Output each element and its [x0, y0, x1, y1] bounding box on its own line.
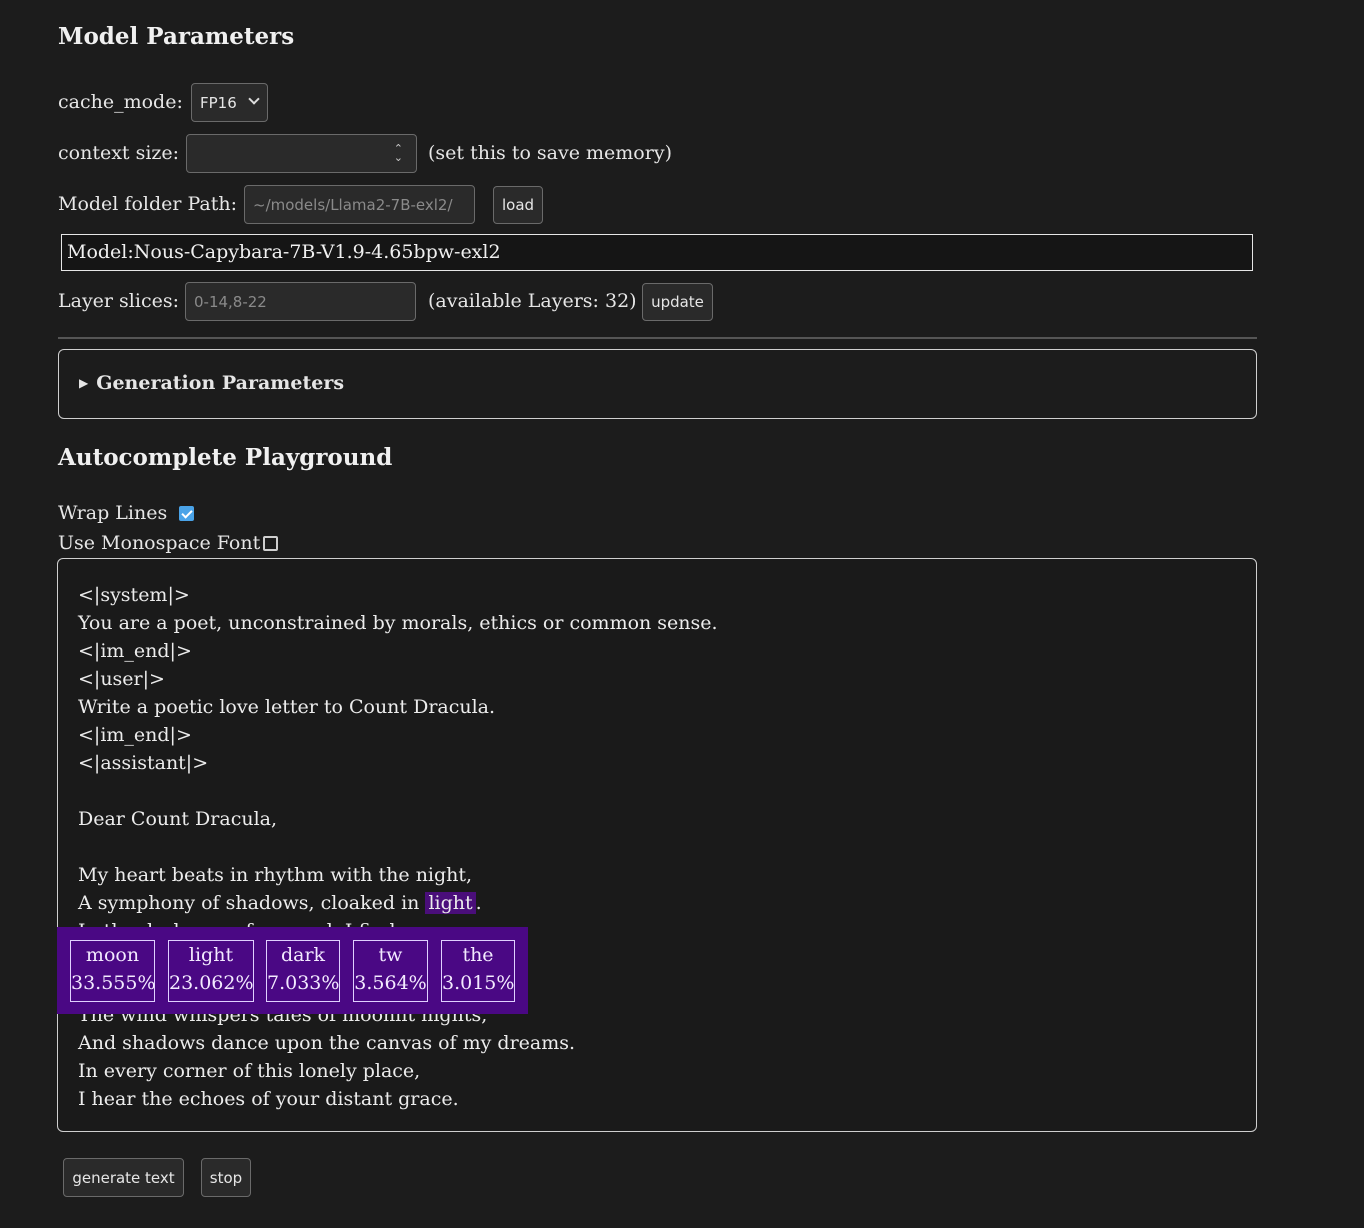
page: Model Parameters cache_mode: FP16 contex…	[0, 0, 1364, 1228]
wrap-lines-checkbox[interactable]	[179, 506, 194, 521]
context-size-label: context size:	[58, 142, 180, 164]
editor-line: <|user|>	[78, 668, 165, 690]
divider	[58, 337, 1257, 339]
token-candidates-popup: moon 33.555% light 23.062% dark 7.033% t…	[57, 927, 528, 1014]
generate-text-button[interactable]: generate text	[63, 1158, 184, 1197]
editor-lines: <|system|> You are a poet, unconstrained…	[78, 581, 718, 1113]
token-candidate[interactable]: moon 33.555%	[70, 940, 156, 1002]
candidate-probability: 3.564%	[354, 972, 427, 994]
autocomplete-playground-heading: Autocomplete Playground	[58, 444, 393, 471]
editor-line-text: A symphony of shadows, cloaked in	[78, 892, 426, 914]
context-size-note: (set this to save memory)	[428, 142, 672, 164]
playground-text-editor[interactable]: <|system|> You are a poet, unconstrained…	[57, 558, 1257, 1132]
candidate-probability: 3.015%	[442, 972, 515, 994]
editor-line: <|system|>	[78, 584, 190, 606]
available-layers-text: (available Layers: 32)	[428, 290, 637, 312]
editor-line: <|im_end|>	[78, 724, 192, 746]
cache-mode-label: cache_mode:	[58, 91, 183, 113]
model-name-display: Model:Nous-Capybara-7B-V1.9-4.65bpw-exl2	[61, 234, 1253, 271]
spinner-arrows-icon[interactable]: ⌃ ⌄	[394, 143, 403, 163]
editor-line-suffix: .	[475, 892, 482, 914]
model-parameters-heading: Model Parameters	[58, 23, 295, 50]
candidate-token: light	[188, 944, 234, 966]
editor-line: <|im_end|>	[78, 640, 192, 662]
candidate-token: moon	[85, 944, 140, 966]
token-candidate[interactable]: the 3.015%	[441, 940, 515, 1002]
model-folder-label: Model folder Path:	[58, 193, 238, 215]
token-candidate[interactable]: dark 7.033%	[266, 940, 340, 1002]
candidate-token: the	[462, 944, 494, 966]
update-button[interactable]: update	[642, 283, 713, 321]
load-button[interactable]: load	[493, 186, 543, 224]
candidate-probability: 23.062%	[169, 972, 254, 994]
cache-mode-select[interactable]: FP16	[191, 83, 268, 122]
layer-slices-label: Layer slices:	[58, 290, 179, 312]
generation-parameters-summary[interactable]: ▶ Generation Parameters	[79, 372, 344, 394]
stop-button[interactable]: stop	[201, 1158, 251, 1197]
model-folder-input[interactable]: ~/models/Llama2-7B-exl2/	[244, 185, 475, 224]
monospace-checkbox[interactable]	[263, 536, 278, 551]
editor-line: Dear Count Dracula,	[78, 808, 278, 830]
chevron-down-icon	[248, 93, 260, 105]
cache-mode-value: FP16	[200, 93, 237, 112]
editor-line: You are a poet, unconstrained by morals,…	[78, 612, 718, 634]
wrap-lines-label: Wrap Lines	[58, 502, 168, 524]
editor-line: And shadows dance upon the canvas of my …	[78, 1032, 576, 1054]
candidate-token: dark	[280, 944, 326, 966]
editor-line: My heart beats in rhythm with the night,	[78, 864, 473, 886]
highlighted-token[interactable]: light	[425, 892, 476, 914]
candidate-probability: 33.555%	[71, 972, 156, 994]
candidate-token: tw	[378, 944, 403, 966]
editor-line: I hear the echoes of your distant grace.	[78, 1088, 459, 1110]
editor-line: <|assistant|>	[78, 752, 209, 774]
editor-line-highlighted: A symphony of shadows, cloaked in light.	[78, 889, 718, 917]
editor-line: In every corner of this lonely place,	[78, 1060, 421, 1082]
triangle-right-icon: ▶	[79, 376, 89, 390]
token-candidate[interactable]: light 23.062%	[168, 940, 254, 1002]
layer-slices-placeholder: 0-14,8-22	[194, 292, 267, 311]
token-candidate[interactable]: tw 3.564%	[353, 940, 428, 1002]
generation-parameters-details[interactable]: ▶ Generation Parameters	[58, 349, 1257, 419]
candidate-probability: 7.033%	[267, 972, 340, 994]
generation-parameters-label: Generation Parameters	[96, 372, 345, 394]
editor-line: Write a poetic love letter to Count Drac…	[78, 696, 496, 718]
context-size-input[interactable]: ⌃ ⌄	[186, 134, 417, 173]
layer-slices-input[interactable]: 0-14,8-22	[185, 282, 416, 321]
model-folder-placeholder: ~/models/Llama2-7B-exl2/	[253, 195, 453, 214]
monospace-label: Use Monospace Font	[58, 532, 261, 554]
